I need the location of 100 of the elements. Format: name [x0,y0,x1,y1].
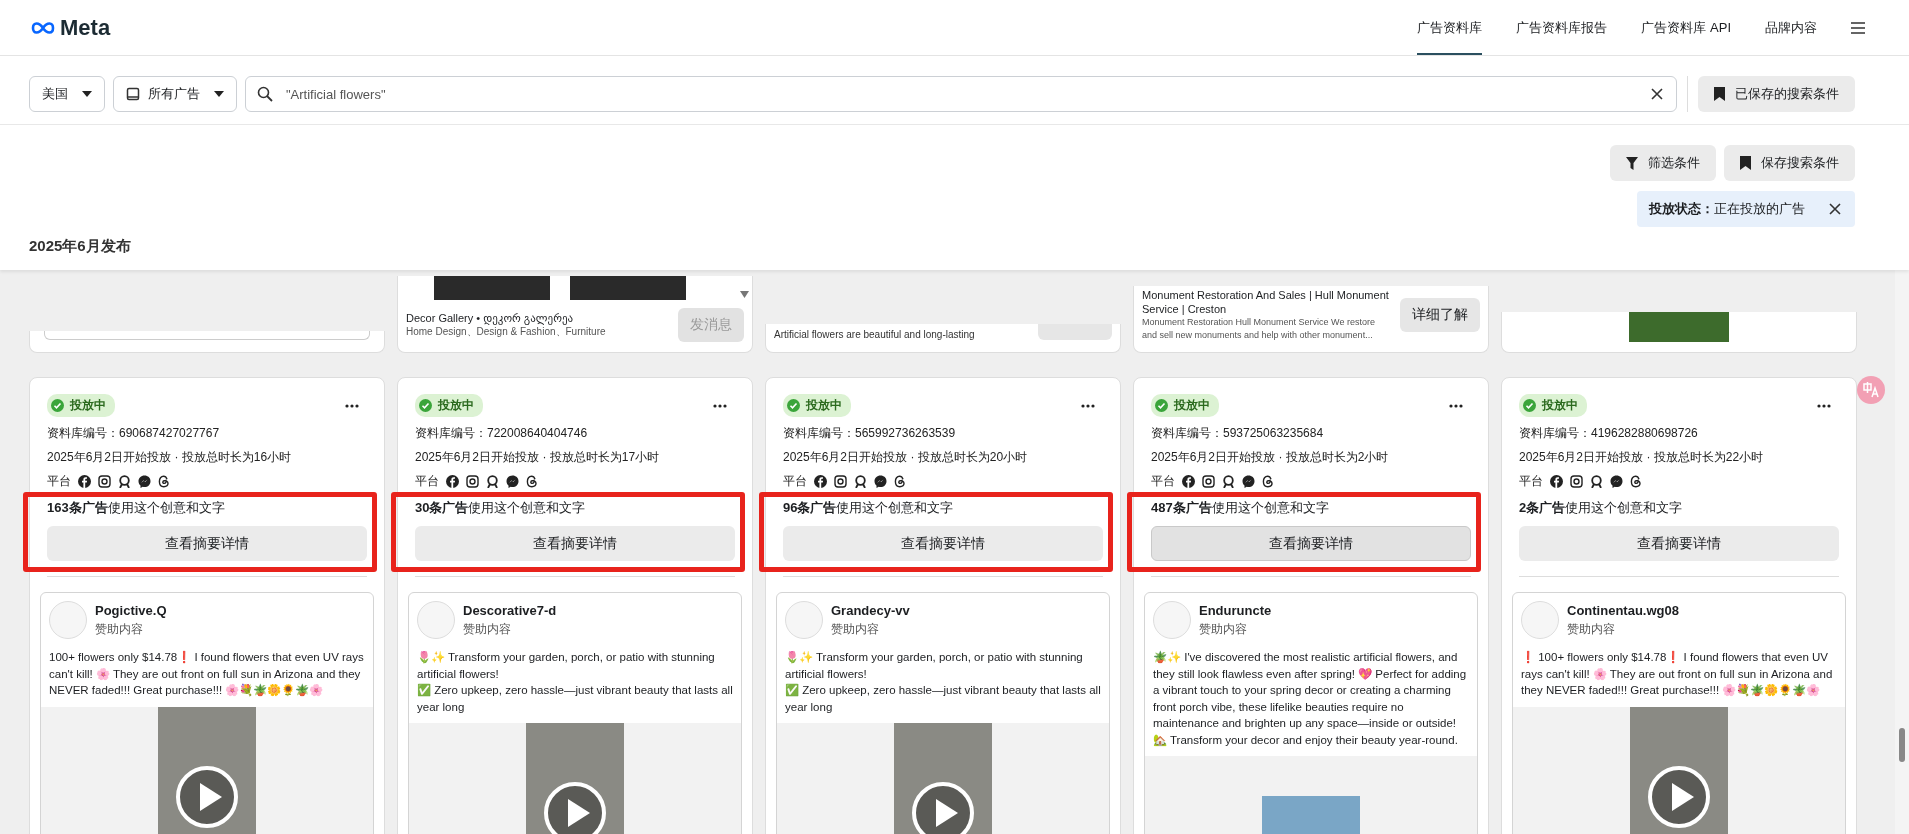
save-search-button[interactable]: 保存搜索条件 [1724,145,1855,181]
ad-text: ❗ 100+ flowers only $14.78❗ I found flowers that even UV rays can't kill! 🌸 They are out front on full sun in Arizona and they NEVER faded!!! Great purchase!!! 🌸💐🪴🌼🌻🪴🌸 [1520,650,1834,699]
avatar [1521,601,1559,639]
threads-icon [894,475,906,488]
run-info: 2025年6月2日开始投放 · 投放总时长为20小时 [783,450,1029,465]
advertiser-name: Grandecy-vv [831,603,910,618]
ad-type-dropdown[interactable]: 所有广告 [113,76,237,112]
messenger-icon [506,475,519,488]
filter-button[interactable]: 筛选条件 [1610,145,1716,181]
platform-label: 平台 [783,474,807,489]
clear-icon[interactable] [1651,88,1663,100]
platform-label: 平台 [47,474,71,489]
messenger-icon [1610,475,1623,488]
ad-usage-count: 30条广告使用这个创意和文字 [415,500,587,516]
messenger-icon [874,475,887,488]
advertiser-name: Descorative7-d [463,603,557,618]
instagram-icon [98,475,111,488]
messenger-icon [138,475,151,488]
avatar [49,601,87,639]
facebook-icon [78,475,91,488]
nav-link[interactable]: 品牌内容 [1765,0,1817,55]
play-icon[interactable] [543,781,607,834]
sponsored-label: 赞助内容 [831,622,880,637]
play-icon[interactable] [911,781,975,834]
infinity-logo-icon [30,20,56,35]
more-icon[interactable] [345,403,359,408]
link-description: Monument Restoration Hull Monument Service We restore and sell new monuments and help with other monument... [1142,316,1376,342]
scrollbar-thumb[interactable] [1899,728,1905,762]
learn-more-button[interactable]: 详细了解 [1400,298,1480,332]
menu-icon[interactable] [1851,21,1865,34]
threads-icon [1262,475,1274,488]
close-icon[interactable] [1829,203,1841,215]
ad-usage-count: 96条广告使用这个创意和文字 [783,500,955,516]
platform-label: 平台 [1519,474,1543,489]
platform-label: 平台 [415,474,439,489]
library-id: 资料库编号：4196282880698726 [1519,426,1699,441]
saved-searches-button[interactable]: 已保存的搜索条件 [1698,76,1855,112]
threads-icon [1630,475,1642,488]
country-dropdown[interactable]: 美国 [29,76,105,112]
sponsored-label: 赞助内容 [463,622,512,637]
view-details-button[interactable]: 查看摘要详情 [47,526,367,561]
library-id: 资料库编号：722008640404746 [415,426,589,441]
facebook-icon [446,475,459,488]
ad-text: 🌷✨ Transform your garden, porch, or patio with stunning artificial flowers! ✅ Zero upkeep, zero hassle—just vibrant beauty that lasts all year long [784,650,1102,715]
nav-link[interactable]: 广告资料库 API [1641,0,1731,55]
facebook-icon [1550,475,1563,488]
play-icon[interactable] [175,764,239,829]
threads-icon [158,475,170,488]
more-icon[interactable] [1081,403,1095,408]
advertiser-name: Enduruncte [1199,603,1272,618]
status-badge: 投放中 [1151,394,1219,417]
more-icon[interactable] [713,403,727,408]
run-info: 2025年6月2日开始投放 · 投放总时长为17小时 [415,450,661,465]
avatar [1153,601,1191,639]
advertiser-name: Continentau.wg08 [1567,603,1679,618]
section-heading: 2025年6月发布 [28,236,132,256]
sponsored-label: 赞助内容 [1567,622,1616,637]
ad-text: 🪴✨ I've discovered the most realistic artificial flowers, and they still look flawless even after spring! 💖 Perfect for adding a vibrant touch to your spring decor or creating a charming front porch vibe, these lifelike beauties require no maintenance and brighten up any space—inside or outside! 🏡 Transform your decor and enjoy their beauty year-round. [1152,650,1468,748]
threads-icon [526,475,538,488]
play-icon[interactable] [1647,764,1711,829]
nav-link[interactable]: 广告资料库报告 [1516,0,1608,55]
page-name: Decor Gallery • დეკორ გალერეა [406,311,575,325]
view-details-button[interactable]: 查看摘要详情 [783,526,1103,561]
ad-square-icon [126,87,140,101]
status-badge: 投放中 [783,394,851,417]
search-field[interactable]: "Artificial flowers" [245,76,1677,112]
ad-text: 100+ flowers only $14.78❗ I found flowers that even UV rays can't kill! 🌸 They are out front on full sun in Arizona and they NEVER faded!!! Great purchase!!! 🌸💐🪴🌼🌻🪴🌸 [48,650,365,699]
platform-label: 平台 [1151,474,1175,489]
run-info: 2025年6月2日开始投放 · 投放总时长为2小时 [1151,450,1390,465]
view-details-button[interactable]: 查看摘要详情 [415,526,735,561]
ad-caption: Artificial flowers are beautiful and long-lasting [774,328,975,342]
audience-network-icon [1222,475,1235,488]
bookmark-icon [1740,156,1751,170]
instagram-icon [1202,475,1215,488]
bookmark-icon [1714,87,1725,101]
run-info: 2025年6月2日开始投放 · 投放总时长为22小时 [1519,450,1765,465]
run-info: 2025年6月2日开始投放 · 投放总时长为16小时 [47,450,293,465]
audience-network-icon [854,475,867,488]
more-icon[interactable] [1449,403,1463,408]
messenger-icon [1242,475,1255,488]
ad-usage-count: 487条广告使用这个创意和文字 [1151,500,1330,516]
instagram-icon [466,475,479,488]
page-categories: Home Design、Design & Fashion、Furniture [406,325,606,339]
audience-network-icon [486,475,499,488]
facebook-icon [1182,475,1195,488]
view-details-button[interactable]: 查看摘要详情 [1151,526,1471,561]
instagram-icon [834,475,847,488]
filter-icon [1626,156,1638,170]
more-icon[interactable] [1817,403,1831,408]
search-icon [257,86,273,102]
audience-network-icon [1590,475,1603,488]
audience-network-icon [118,475,131,488]
facebook-icon [814,475,827,488]
status-badge: 投放中 [47,394,115,417]
status-badge: 投放中 [415,394,483,417]
view-details-button[interactable]: 查看摘要详情 [1519,526,1839,561]
sponsored-label: 赞助内容 [95,622,144,637]
nav-link[interactable]: 广告资料库 [1417,0,1483,55]
link-title: Monument Restoration And Sales | Hull Monument Service | Creston [1142,288,1390,316]
active-filter-chip[interactable]: 投放状态：正在投放的广告 [1637,191,1855,227]
